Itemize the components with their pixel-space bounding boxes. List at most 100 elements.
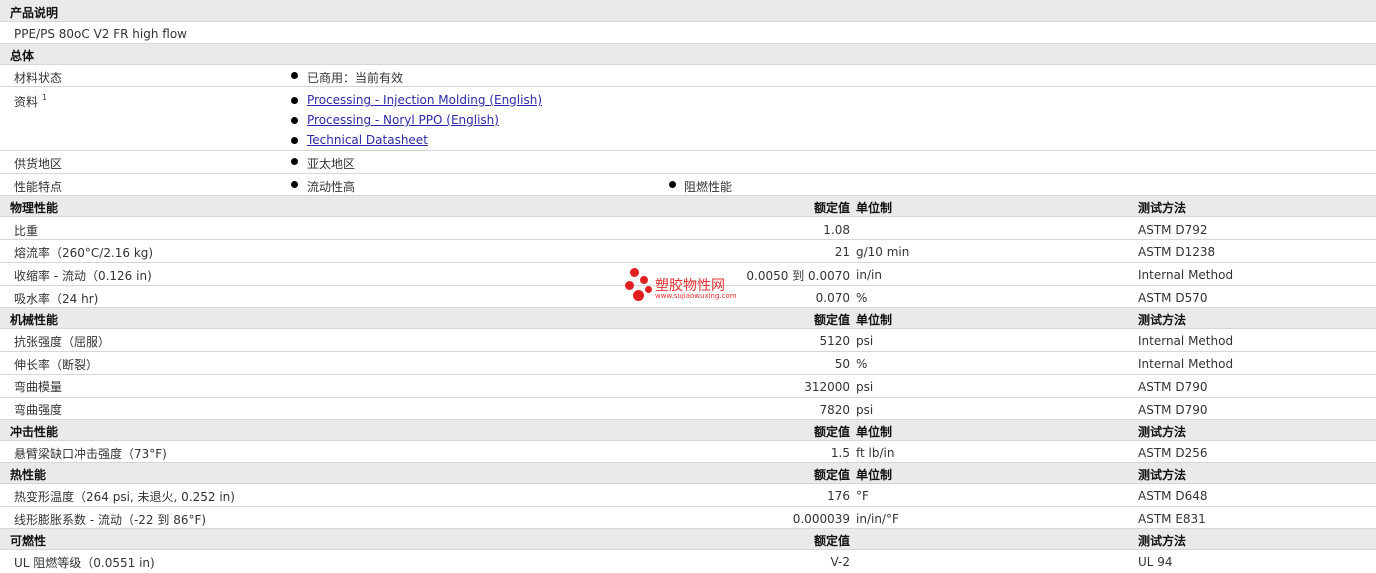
column-header-test-method: 测试方法 bbox=[1138, 313, 1187, 327]
property-name: 热变形温度（264 psi, 未退火, 0.252 in) bbox=[14, 490, 235, 504]
table-row: 线形膨胀系数 - 流动（-22 到 86°F) 0.000039 in/in/°… bbox=[0, 507, 1376, 529]
column-header-rated-value: 额定值 bbox=[813, 468, 850, 482]
material-status-label: 材料状态 bbox=[14, 71, 63, 85]
table-row: 熔流率（260°C/2.16 kg) 21 g/10 min ASTM D123… bbox=[0, 240, 1376, 263]
property-method: ASTM D790 bbox=[1138, 380, 1208, 394]
property-name: 比重 bbox=[14, 224, 39, 238]
watermark-logo: 塑胶物性网 www.sujiaowuxing.com bbox=[624, 268, 764, 308]
link-processing-injection-molding[interactable]: Processing - Injection Molding (English) bbox=[307, 93, 542, 107]
property-name: 吸水率（24 hr) bbox=[14, 292, 99, 306]
table-row: UL 阻燃等级（0.0551 in) V-2 UL 94 bbox=[0, 550, 1376, 573]
column-header-rated-value: 额定值 bbox=[813, 534, 850, 548]
material-status-value: 已商用：当前有效 bbox=[307, 71, 404, 85]
section-title: 产品说明 bbox=[10, 6, 59, 20]
column-header-test-method: 测试方法 bbox=[1138, 425, 1187, 439]
section-title: 物理性能 bbox=[10, 201, 59, 215]
footnote-marker: 1 bbox=[42, 93, 48, 102]
table-row: 悬臂梁缺口冲击强度（73°F) 1.5 ft lb/in ASTM D256 bbox=[0, 441, 1376, 463]
bullet-icon bbox=[291, 137, 298, 144]
property-unit: psi bbox=[856, 334, 874, 348]
datasheet: 产品说明 PPE/PS 80oC V2 FR high flow 总体 材料状态… bbox=[0, 0, 1376, 573]
property-value: 0.000039 bbox=[792, 512, 850, 526]
property-value: 5120 bbox=[819, 334, 850, 348]
property-unit: °F bbox=[856, 489, 869, 503]
property-unit: in/in bbox=[856, 268, 882, 282]
section-title: 冲击性能 bbox=[10, 425, 59, 439]
property-name: 收缩率 - 流动（0.126 in) bbox=[14, 269, 152, 283]
column-header-rated-value: 额定值 bbox=[813, 313, 850, 327]
property-method: Internal Method bbox=[1138, 357, 1234, 371]
column-header-test-method: 测试方法 bbox=[1138, 468, 1187, 482]
logo-dot bbox=[630, 268, 639, 277]
link-processing-noryl-ppo[interactable]: Processing - Noryl PPO (English) bbox=[307, 113, 499, 127]
table-row: 热变形温度（264 psi, 未退火, 0.252 in) 176 °F AST… bbox=[0, 484, 1376, 507]
material-status-row: 材料状态 已商用：当前有效 bbox=[0, 65, 1376, 87]
link-technical-datasheet[interactable]: Technical Datasheet bbox=[307, 133, 428, 147]
documents-label: 资料 1 bbox=[14, 93, 48, 109]
property-method: ASTM E831 bbox=[1138, 512, 1206, 526]
section-header-general: 总体 bbox=[0, 44, 1376, 65]
features-row: 性能特点 流动性高 阻燃性能 bbox=[0, 174, 1376, 196]
documents-row: 资料 1 Processing - Injection Molding (Engl… bbox=[0, 87, 1376, 151]
watermark-url: www.sujiaowuxing.com bbox=[655, 292, 737, 300]
property-name: 弯曲强度 bbox=[14, 403, 63, 417]
bullet-icon bbox=[291, 158, 298, 165]
property-name: 弯曲模量 bbox=[14, 380, 63, 394]
column-header-unit: 单位制 bbox=[856, 468, 893, 482]
property-value: 1.08 bbox=[823, 223, 850, 237]
product-description-row: PPE/PS 80oC V2 FR high flow bbox=[0, 22, 1376, 44]
property-value: V-2 bbox=[830, 555, 850, 569]
property-unit: % bbox=[856, 357, 868, 371]
section-header-product-description: 产品说明 bbox=[0, 0, 1376, 22]
property-name: UL 阻燃等级（0.0551 in) bbox=[14, 556, 155, 570]
property-value: 7820 bbox=[819, 403, 850, 417]
property-name: 熔流率（260°C/2.16 kg) bbox=[14, 246, 154, 260]
property-unit: % bbox=[856, 291, 868, 305]
property-method: ASTM D790 bbox=[1138, 403, 1208, 417]
logo-dot bbox=[625, 281, 634, 290]
property-name: 抗张强度（屈服） bbox=[14, 335, 111, 349]
features-label: 性能特点 bbox=[14, 180, 63, 194]
property-value: 312000 bbox=[804, 380, 850, 394]
logo-dot bbox=[633, 290, 644, 301]
column-header-test-method: 测试方法 bbox=[1138, 201, 1187, 215]
section-title: 总体 bbox=[10, 49, 35, 63]
table-row: 弯曲强度 7820 psi ASTM D790 bbox=[0, 398, 1376, 420]
property-value: 0.070 bbox=[815, 291, 850, 305]
property-method: ASTM D256 bbox=[1138, 446, 1208, 460]
supply-region-row: 供货地区 亚太地区 bbox=[0, 151, 1376, 174]
section-header-impact: 冲击性能 额定值 单位制 测试方法 bbox=[0, 420, 1376, 441]
property-unit: g/10 min bbox=[856, 245, 910, 259]
bullet-icon bbox=[291, 181, 298, 188]
property-name: 悬臂梁缺口冲击强度（73°F) bbox=[14, 447, 167, 461]
feature-value: 流动性高 bbox=[307, 180, 356, 194]
section-header-physical: 物理性能 额定值 单位制 测试方法 bbox=[0, 196, 1376, 217]
property-unit: ft lb/in bbox=[856, 446, 895, 460]
property-method: ASTM D792 bbox=[1138, 223, 1208, 237]
supply-region-value: 亚太地区 bbox=[307, 157, 356, 171]
bullet-icon bbox=[291, 72, 298, 79]
property-name: 伸长率（断裂） bbox=[14, 358, 99, 372]
property-method: Internal Method bbox=[1138, 334, 1234, 348]
section-title: 机械性能 bbox=[10, 313, 59, 327]
table-row: 抗张强度（屈服） 5120 psi Internal Method bbox=[0, 329, 1376, 352]
bullet-icon bbox=[291, 97, 298, 104]
supply-region-label: 供货地区 bbox=[14, 157, 63, 171]
section-header-mechanical: 机械性能 额定值 单位制 测试方法 bbox=[0, 308, 1376, 329]
logo-dot bbox=[640, 276, 648, 284]
section-header-flammability: 可燃性 额定值 测试方法 bbox=[0, 529, 1376, 550]
column-header-unit: 单位制 bbox=[856, 201, 893, 215]
section-title: 热性能 bbox=[10, 468, 47, 482]
table-row: 伸长率（断裂） 50 % Internal Method bbox=[0, 352, 1376, 375]
table-row: 比重 1.08 ASTM D792 bbox=[0, 217, 1376, 240]
bullet-icon bbox=[669, 181, 676, 188]
column-header-rated-value: 额定值 bbox=[813, 425, 850, 439]
property-value: 1.5 bbox=[830, 446, 850, 460]
property-value: 21 bbox=[834, 245, 850, 259]
table-row: 弯曲模量 312000 psi ASTM D790 bbox=[0, 375, 1376, 398]
feature-value: 阻燃性能 bbox=[684, 180, 733, 194]
column-header-unit: 单位制 bbox=[856, 313, 893, 327]
property-value: 176 bbox=[827, 489, 850, 503]
property-unit: psi bbox=[856, 380, 874, 394]
property-value: 50 bbox=[834, 357, 850, 371]
